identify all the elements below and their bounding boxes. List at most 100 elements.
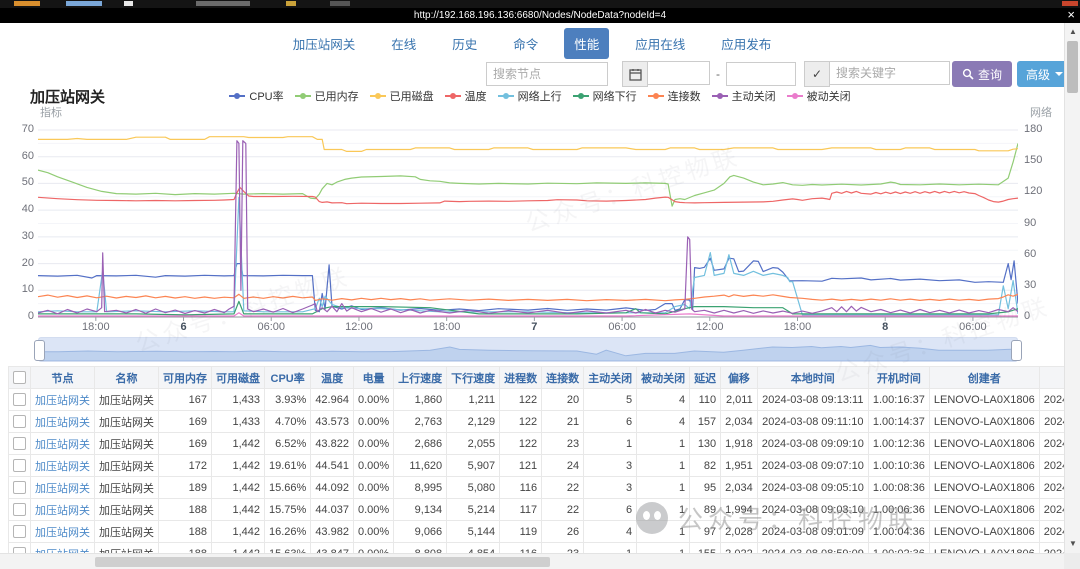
column-header-本地时间[interactable]: 本地时间 <box>757 367 868 389</box>
legend-item-网络上行[interactable]: 网络上行 <box>498 88 562 104</box>
column-header-延迟[interactable]: 延迟 <box>690 367 721 389</box>
column-header-上行速度[interactable]: 上行速度 <box>394 367 447 389</box>
x-axis-tick: 06:00 <box>943 321 1003 333</box>
cell-可用磁盘: 1,442 <box>212 477 265 499</box>
x-axis-tick: 6 <box>154 321 214 333</box>
filter-bar: - ✓ 查询 高级 <box>486 61 1072 87</box>
datazoom-right-handle[interactable] <box>1011 340 1022 361</box>
legend-item-主动关闭[interactable]: 主动关闭 <box>712 88 776 104</box>
select-all-checkbox[interactable] <box>13 371 26 384</box>
cell-名称: 加压站网关 <box>95 521 159 543</box>
column-header-CPU率[interactable]: CPU率 <box>265 367 311 389</box>
column-header-偏移[interactable]: 偏移 <box>721 367 758 389</box>
row-checkbox[interactable] <box>13 393 26 406</box>
cell-创建者: LENOVO-LA0X1806 <box>929 411 1039 433</box>
row-checkbox[interactable] <box>13 437 26 450</box>
legend-marker-icon <box>648 95 664 97</box>
legend-item-连接数[interactable]: 连接数 <box>648 88 701 104</box>
legend-item-网络下行[interactable]: 网络下行 <box>573 88 637 104</box>
cell-延迟: 110 <box>690 389 721 411</box>
cell-节点[interactable]: 加压站网关 <box>31 455 95 477</box>
tab-性能[interactable]: 性能 <box>564 28 609 59</box>
column-header-开机时间[interactable]: 开机时间 <box>868 367 929 389</box>
legend-item-已用磁盘[interactable]: 已用磁盘 <box>370 88 434 104</box>
datazoom-slider[interactable] <box>38 337 1018 362</box>
tab-历史[interactable]: 历史 <box>442 28 487 59</box>
legend-item-温度[interactable]: 温度 <box>445 88 487 104</box>
scroll-up-icon[interactable]: ▲ <box>1065 25 1080 39</box>
column-header-节点[interactable]: 节点 <box>31 367 95 389</box>
date-from-input[interactable] <box>648 61 710 85</box>
column-header-连接数[interactable]: 连接数 <box>542 367 584 389</box>
calendar-icon[interactable] <box>622 61 648 87</box>
column-header-被动关闭[interactable]: 被动关闭 <box>637 367 690 389</box>
date-to-input[interactable] <box>726 62 796 86</box>
cell-连接数: 26 <box>542 521 584 543</box>
row-checkbox[interactable] <box>13 415 26 428</box>
tab-加压站网关[interactable]: 加压站网关 <box>283 28 366 59</box>
column-header-可用内存[interactable]: 可用内存 <box>159 367 212 389</box>
y-axis-tick-right: 30 <box>1024 279 1058 291</box>
column-header-温度[interactable]: 温度 <box>311 367 354 389</box>
search-icon <box>962 68 974 80</box>
url-bar: http://192.168.196.136:6680/Nodes/NodeDa… <box>0 8 1080 23</box>
cell-温度: 42.964 <box>311 389 354 411</box>
legend-label: 网络下行 <box>593 88 637 104</box>
cell-节点[interactable]: 加压站网关 <box>31 499 95 521</box>
row-checkbox[interactable] <box>13 481 26 494</box>
column-header-下行速度[interactable]: 下行速度 <box>447 367 500 389</box>
column-header-电量[interactable]: 电量 <box>353 367 393 389</box>
column-header-可用磁盘[interactable]: 可用磁盘 <box>212 367 265 389</box>
cell-温度: 43.573 <box>311 411 354 433</box>
cell-CPU率: 4.70% <box>265 411 311 433</box>
tab-命令[interactable]: 命令 <box>503 28 548 59</box>
row-checkbox[interactable] <box>13 503 26 516</box>
scroll-down-icon[interactable]: ▼ <box>1065 537 1080 551</box>
series-主动关闭 <box>38 141 1018 314</box>
series-温度 <box>38 187 1018 203</box>
column-header-主动关闭[interactable]: 主动关闭 <box>584 367 637 389</box>
check-icon[interactable]: ✓ <box>804 61 830 87</box>
legend-item-被动关闭[interactable]: 被动关闭 <box>787 88 851 104</box>
cell-节点[interactable]: 加压站网关 <box>31 521 95 543</box>
row-checkbox[interactable] <box>13 525 26 538</box>
vertical-scrollbar[interactable]: ▲ ▼ <box>1064 23 1080 553</box>
column-header-创建者[interactable]: 创建者 <box>929 367 1039 389</box>
search-node-input[interactable] <box>486 62 608 86</box>
table-row: 加压站网关加压站网关1891,44215.66%44.0920.00%8,995… <box>9 477 1080 499</box>
cell-创建者: LENOVO-LA0X1806 <box>929 521 1039 543</box>
cell-节点[interactable]: 加压站网关 <box>31 411 95 433</box>
row-checkbox-cell <box>9 411 31 433</box>
cell-节点[interactable]: 加压站网关 <box>31 477 95 499</box>
cell-节点[interactable]: 加压站网关 <box>31 389 95 411</box>
cell-连接数: 21 <box>542 411 584 433</box>
cell-CPU率: 6.52% <box>265 433 311 455</box>
y-axis-tick-left: 40 <box>8 203 34 215</box>
legend-label: 已用磁盘 <box>390 88 434 104</box>
row-checkbox[interactable] <box>13 459 26 472</box>
close-icon[interactable]: × <box>1067 8 1075 23</box>
column-header-名称[interactable]: 名称 <box>95 367 159 389</box>
cell-可用内存: 169 <box>159 433 212 455</box>
tab-在线[interactable]: 在线 <box>381 28 426 59</box>
horizontal-scrollbar[interactable] <box>0 553 1064 569</box>
legend-item-已用内存[interactable]: 已用内存 <box>295 88 359 104</box>
tab-应用发布[interactable]: 应用发布 <box>711 28 781 59</box>
x-axis-tick: 18:00 <box>417 321 477 333</box>
datazoom-selection[interactable] <box>39 338 1017 361</box>
query-button[interactable]: 查询 <box>952 61 1012 87</box>
right-axis-name: 网络 <box>1030 104 1052 120</box>
tab-应用在线[interactable]: 应用在线 <box>625 28 695 59</box>
vertical-scroll-thumb[interactable] <box>1067 41 1078 93</box>
x-axis-tick: 18:00 <box>66 321 126 333</box>
datazoom-left-handle[interactable] <box>34 340 45 361</box>
cell-电量: 0.00% <box>353 521 393 543</box>
legend-item-CPU率[interactable]: CPU率 <box>229 88 283 104</box>
column-header-进程数[interactable]: 进程数 <box>500 367 542 389</box>
horizontal-scroll-thumb[interactable] <box>95 557 550 567</box>
cell-本地时间: 2024-03-08 09:13:11 <box>757 389 868 411</box>
search-keyword-input[interactable] <box>830 61 950 85</box>
cell-节点[interactable]: 加压站网关 <box>31 433 95 455</box>
cell-可用磁盘: 1,433 <box>212 411 265 433</box>
row-checkbox-cell <box>9 499 31 521</box>
